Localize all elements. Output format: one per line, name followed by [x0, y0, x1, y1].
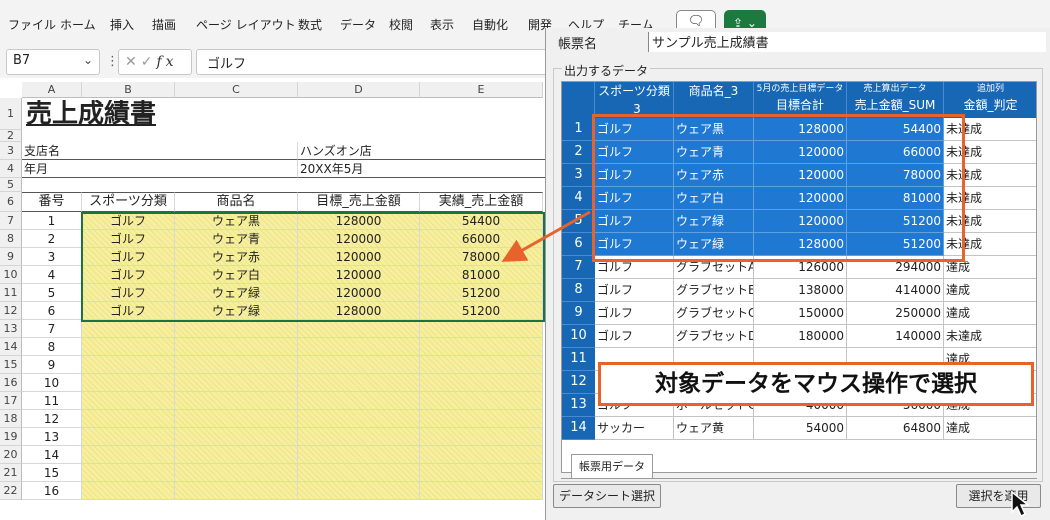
mouse-cursor-icon [1011, 490, 1031, 518]
annotation-arrow [501, 210, 591, 262]
